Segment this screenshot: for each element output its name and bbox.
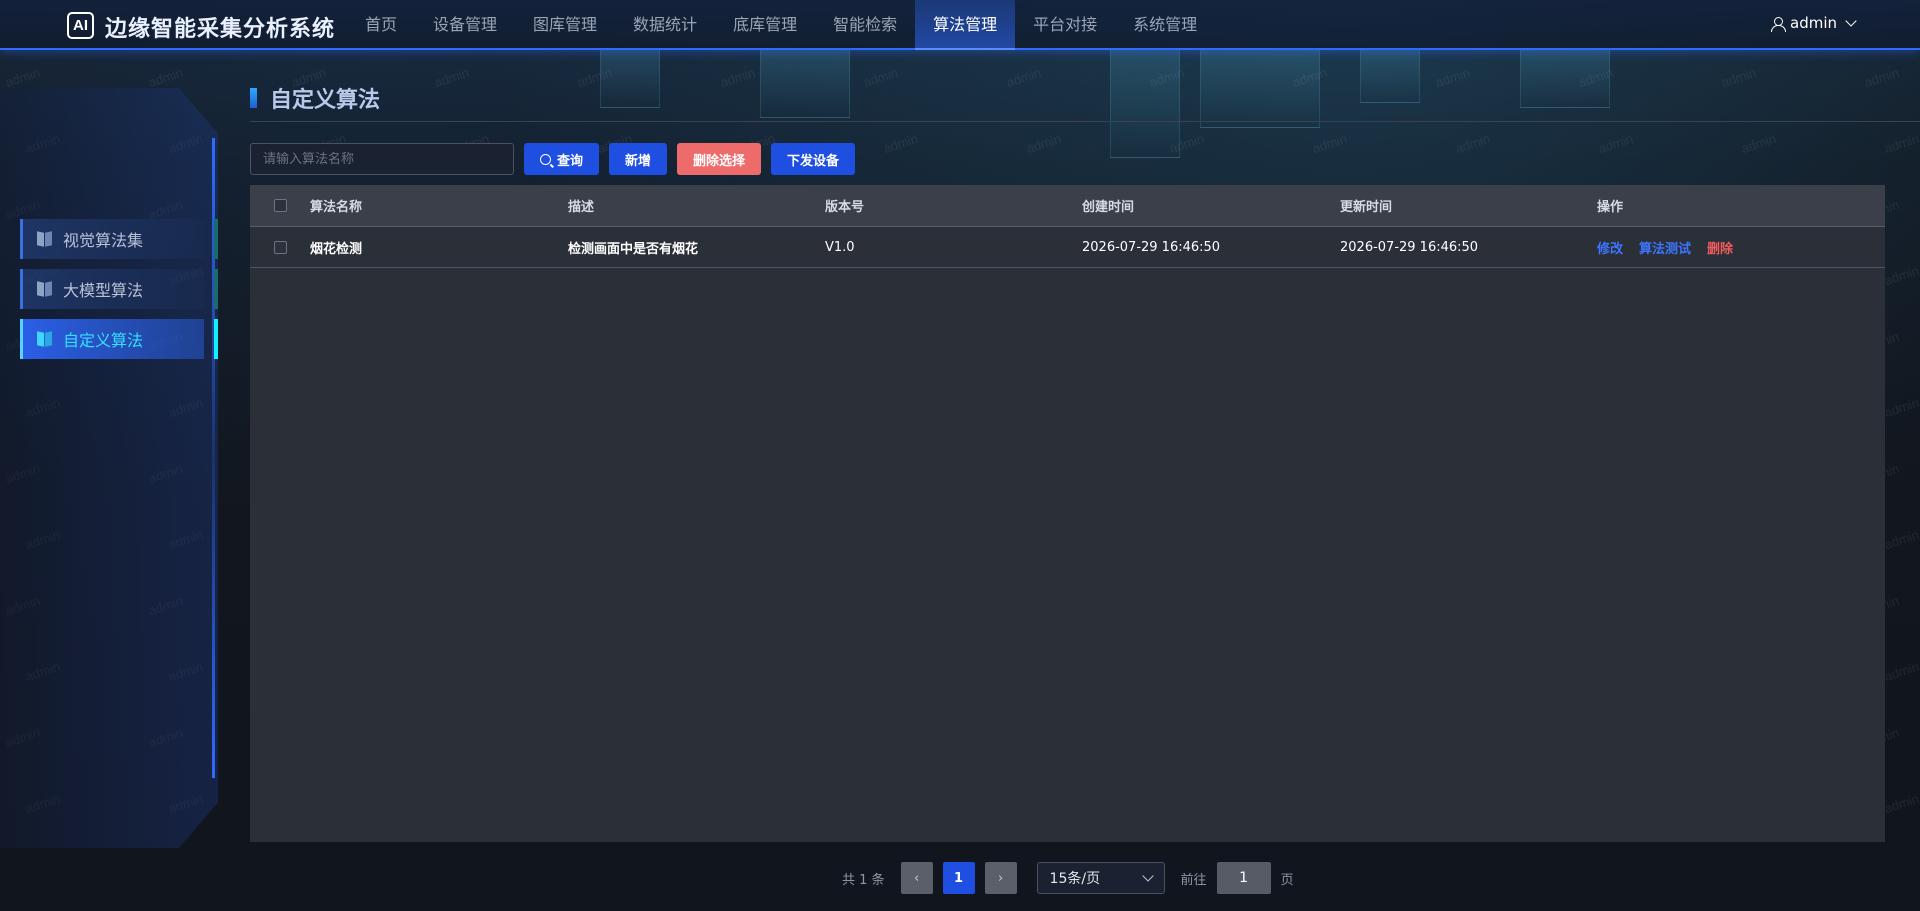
- goto-page-input[interactable]: [1216, 862, 1271, 894]
- page-size-value: 15条/页: [1049, 871, 1101, 887]
- sidebar-frame: [0, 88, 218, 848]
- nav-item-system[interactable]: 系统管理: [1115, 0, 1215, 50]
- row-checkbox-cell: [250, 240, 310, 254]
- toolbar: 查询 新增 删除选择 下发设备: [250, 143, 856, 175]
- sidebar-item-marker: [214, 219, 218, 259]
- edit-link[interactable]: 修改: [1597, 238, 1623, 257]
- main-nav: 首页 设备管理 图库管理 数据统计 底库管理 智能检索 算法管理 平台对接 系统…: [347, 0, 1215, 50]
- column-header: 创建时间: [1082, 200, 1135, 215]
- sidebar-item-visual-algorithms[interactable]: 视觉算法集: [20, 219, 218, 259]
- sidebar-item-label: 自定义算法: [63, 331, 144, 350]
- algorithm-table: 算法名称 描述 版本号 创建时间 更新时间 操作 烟花检测 检测画面中是否有烟花…: [250, 185, 1885, 842]
- nav-item-device[interactable]: 设备管理: [415, 0, 515, 50]
- username: admin: [1790, 14, 1837, 32]
- page-title-section: 自定义算法: [250, 82, 1920, 122]
- algorithm-version: V1.0: [825, 239, 855, 255]
- created-time: 2026-07-29 16:46:50: [1082, 239, 1221, 255]
- sidebar-item-marker: [214, 319, 218, 359]
- select-all-checkbox[interactable]: [273, 199, 287, 212]
- nav-item-algorithm[interactable]: 算法管理: [915, 0, 1016, 50]
- page-unit-label: 页: [1280, 872, 1294, 888]
- nav-item-gallery[interactable]: 图库管理: [515, 0, 615, 50]
- book-icon: [37, 332, 53, 346]
- nav-item-statistics[interactable]: 数据统计: [615, 0, 715, 50]
- total-count: 共 1 条: [842, 872, 885, 888]
- query-button[interactable]: 查询: [524, 143, 600, 175]
- chevron-down-icon: [1141, 870, 1154, 882]
- nav-item-platform[interactable]: 平台对接: [1015, 0, 1115, 50]
- updated-time: 2026-07-29 16:46:50: [1340, 239, 1479, 255]
- delete-selected-button[interactable]: 删除选择: [677, 143, 762, 175]
- dispatch-device-button[interactable]: 下发设备: [771, 143, 856, 175]
- user-menu[interactable]: admin: [1771, 14, 1857, 32]
- algorithm-name: 烟花检测: [310, 241, 363, 257]
- search-input[interactable]: [250, 143, 514, 175]
- user-icon: [1771, 16, 1786, 32]
- column-header: 算法名称: [310, 200, 363, 215]
- page-size-select[interactable]: 15条/页: [1036, 862, 1165, 894]
- nav-item-home[interactable]: 首页: [347, 0, 415, 50]
- sidebar-item-label: 视觉算法集: [63, 231, 144, 250]
- nav-item-smart-search[interactable]: 智能检索: [815, 0, 915, 50]
- algorithm-description: 检测画面中是否有烟花: [568, 241, 699, 257]
- table-header: 算法名称 描述 版本号 创建时间 更新时间 操作: [250, 185, 1885, 227]
- delete-link[interactable]: 删除: [1707, 238, 1733, 257]
- next-page-button[interactable]: ›: [984, 862, 1017, 894]
- page-number-current[interactable]: 1: [942, 862, 975, 894]
- header-checkbox-cell: [250, 199, 310, 212]
- page-title: 自定义算法: [270, 88, 381, 113]
- sidebar: 视觉算法集 大模型算法 自定义算法: [0, 88, 218, 911]
- table-row: 烟花检测 检测画面中是否有烟花 V1.0 2026-07-29 16:46:50…: [250, 227, 1885, 268]
- pagination: 共 1 条 ‹ 1 › 15条/页 前往 页: [842, 862, 1294, 894]
- column-header: 操作: [1597, 200, 1624, 215]
- add-button[interactable]: 新增: [609, 143, 668, 175]
- row-actions: 修改 算法测试 删除: [1597, 238, 1877, 257]
- query-button-label: 查询: [557, 153, 584, 169]
- prev-page-button[interactable]: ‹: [900, 862, 933, 894]
- app-title: 边缘智能采集分析系统: [105, 17, 336, 42]
- nav-item-base-library[interactable]: 底库管理: [715, 0, 815, 50]
- column-header: 版本号: [825, 200, 865, 215]
- app-logo: AI: [67, 12, 94, 39]
- row-checkbox[interactable]: [273, 240, 287, 254]
- column-header: 描述: [568, 200, 595, 215]
- chevron-down-icon: [1845, 15, 1857, 27]
- column-header: 更新时间: [1340, 200, 1393, 215]
- book-icon: [37, 232, 53, 246]
- sidebar-item-custom-algorithms[interactable]: 自定义算法: [20, 319, 218, 359]
- sidebar-item-marker: [214, 269, 218, 309]
- top-header: AI 边缘智能采集分析系统 首页 设备管理 图库管理 数据统计 底库管理 智能检…: [0, 0, 1920, 50]
- book-icon: [37, 282, 53, 296]
- algorithm-test-link[interactable]: 算法测试: [1639, 238, 1691, 257]
- title-accent-bar: [250, 88, 257, 108]
- search-icon: [540, 153, 551, 165]
- goto-label: 前往: [1180, 872, 1207, 888]
- sidebar-item-label: 大模型算法: [63, 281, 144, 300]
- sidebar-item-large-model-algorithms[interactable]: 大模型算法: [20, 269, 218, 309]
